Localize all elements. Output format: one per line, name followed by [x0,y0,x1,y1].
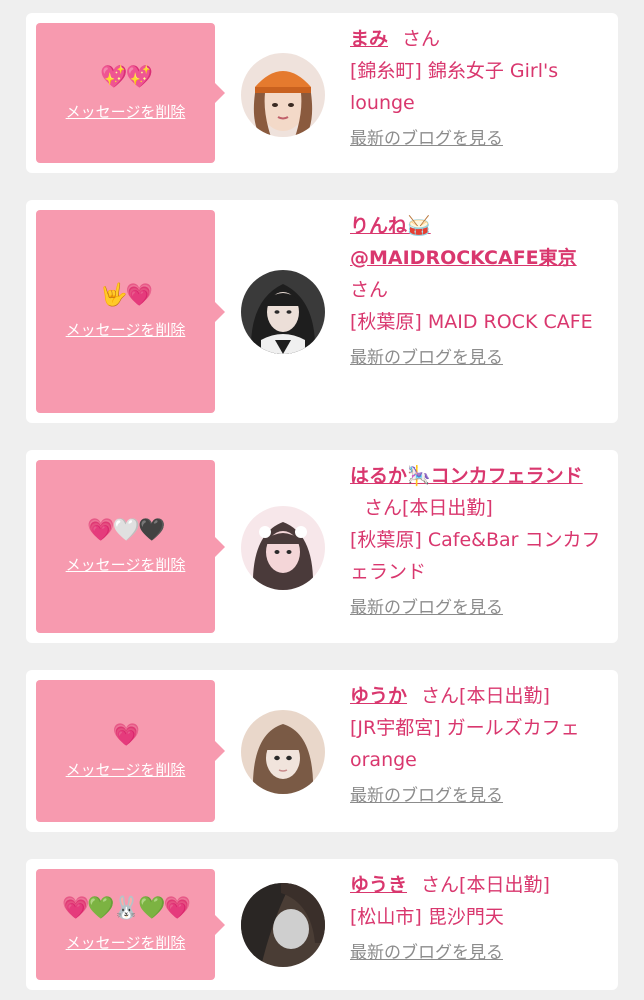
honorific: さん [421,874,460,896]
message-bubble: 💖💖 メッセージを削除 [36,23,225,163]
latest-blog-link[interactable]: 最新のブログを見る [350,592,503,624]
message-card: 💗 メッセージを削除 ゆうか さん[本日出勤] [JR宇都宮] ガールズカフェ o… [26,670,618,832]
profile-info: ゆうか さん[本日出勤] [JR宇都宮] ガールズカフェ orange 最新のブロ… [350,680,602,812]
emoji-stamp: 🤟💗 [100,283,153,308]
status-badge: [本日出勤] [459,685,550,707]
cast-name-link[interactable]: まみ [350,28,388,50]
message-card: 🤟💗 メッセージを削除 りんね🥁@MAIDROCKCAFE東京 さん [秋葉原]… [26,200,618,423]
avatar[interactable] [241,270,325,354]
shop-name: [JR宇都宮] ガールズカフェ orange [350,717,580,771]
message-bubble: 💗 メッセージを削除 [36,680,225,822]
status-badge: [本日出勤] [402,497,493,519]
profile-info: はるか🎠コンカフェランドさん[本日出勤] [秋葉原] Cafe&Bar コンカフ… [350,460,602,624]
cast-name-link[interactable]: ゆうか [350,685,407,707]
profile-info: ゆうき さん[本日出勤] [松山市] 毘沙門天 最新のブログを見る [350,869,602,969]
avatar[interactable] [241,506,325,590]
message-card: 💗🤍🖤 メッセージを削除 はるか🎠コンカフェランドさん[本日出勤] [秋葉原] … [26,450,618,643]
cast-name-link[interactable]: りんね🥁@MAIDROCKCAFE東京 [350,215,577,269]
message-card: 💗💚🐰💚💗 メッセージを削除 ゆうき さん[本日出勤] [松山市] 毘沙門天 最新… [26,859,618,990]
shop-name: [錦糸町] 錦糸女子 Girl's lounge [350,60,559,114]
avatar[interactable] [241,883,325,967]
honorific: さん [421,685,460,707]
latest-blog-link[interactable]: 最新のブログを見る [350,780,503,812]
status-badge: [本日出勤] [459,874,550,896]
latest-blog-link[interactable]: 最新のブログを見る [350,123,503,155]
delete-message-link[interactable]: メッセージを削除 [66,932,186,953]
message-bubble: 🤟💗 メッセージを削除 [36,210,225,413]
shop-name: [秋葉原] MAID ROCK CAFE [350,311,593,333]
cast-name-link[interactable]: はるか🎠コンカフェランド [350,465,583,487]
emoji-stamp: 💗💚🐰💚💗 [62,896,191,921]
message-bubble: 💗💚🐰💚💗 メッセージを削除 [36,869,225,980]
delete-message-link[interactable]: メッセージを削除 [66,319,186,340]
message-bubble: 💗🤍🖤 メッセージを削除 [36,460,225,633]
shop-name: [松山市] 毘沙門天 [350,906,504,928]
profile-info: まみ さん [錦糸町] 錦糸女子 Girl's lounge 最新のブログを見る [350,23,602,155]
emoji-stamp: 💖💖 [100,64,153,90]
cast-name-link[interactable]: ゆうき [350,874,407,896]
avatar[interactable] [241,710,325,794]
emoji-stamp: 💗 [112,722,140,748]
delete-message-link[interactable]: メッセージを削除 [66,759,186,780]
latest-blog-link[interactable]: 最新のブログを見る [350,937,503,969]
latest-blog-link[interactable]: 最新のブログを見る [350,342,503,374]
message-card: 💖💖 メッセージを削除 まみ さん [錦糸町] 錦糸女子 Girl's loung… [26,13,618,173]
profile-info: りんね🥁@MAIDROCKCAFE東京 さん [秋葉原] MAID ROCK C… [350,210,602,374]
avatar[interactable] [241,53,325,137]
honorific: さん [402,28,441,50]
delete-message-link[interactable]: メッセージを削除 [66,101,186,122]
honorific: さん [350,279,389,301]
emoji-stamp: 💗🤍🖤 [87,518,165,543]
honorific: さん [364,497,403,519]
shop-name: [秋葉原] Cafe&Bar コンカフェランド [350,529,601,583]
delete-message-link[interactable]: メッセージを削除 [66,554,186,575]
